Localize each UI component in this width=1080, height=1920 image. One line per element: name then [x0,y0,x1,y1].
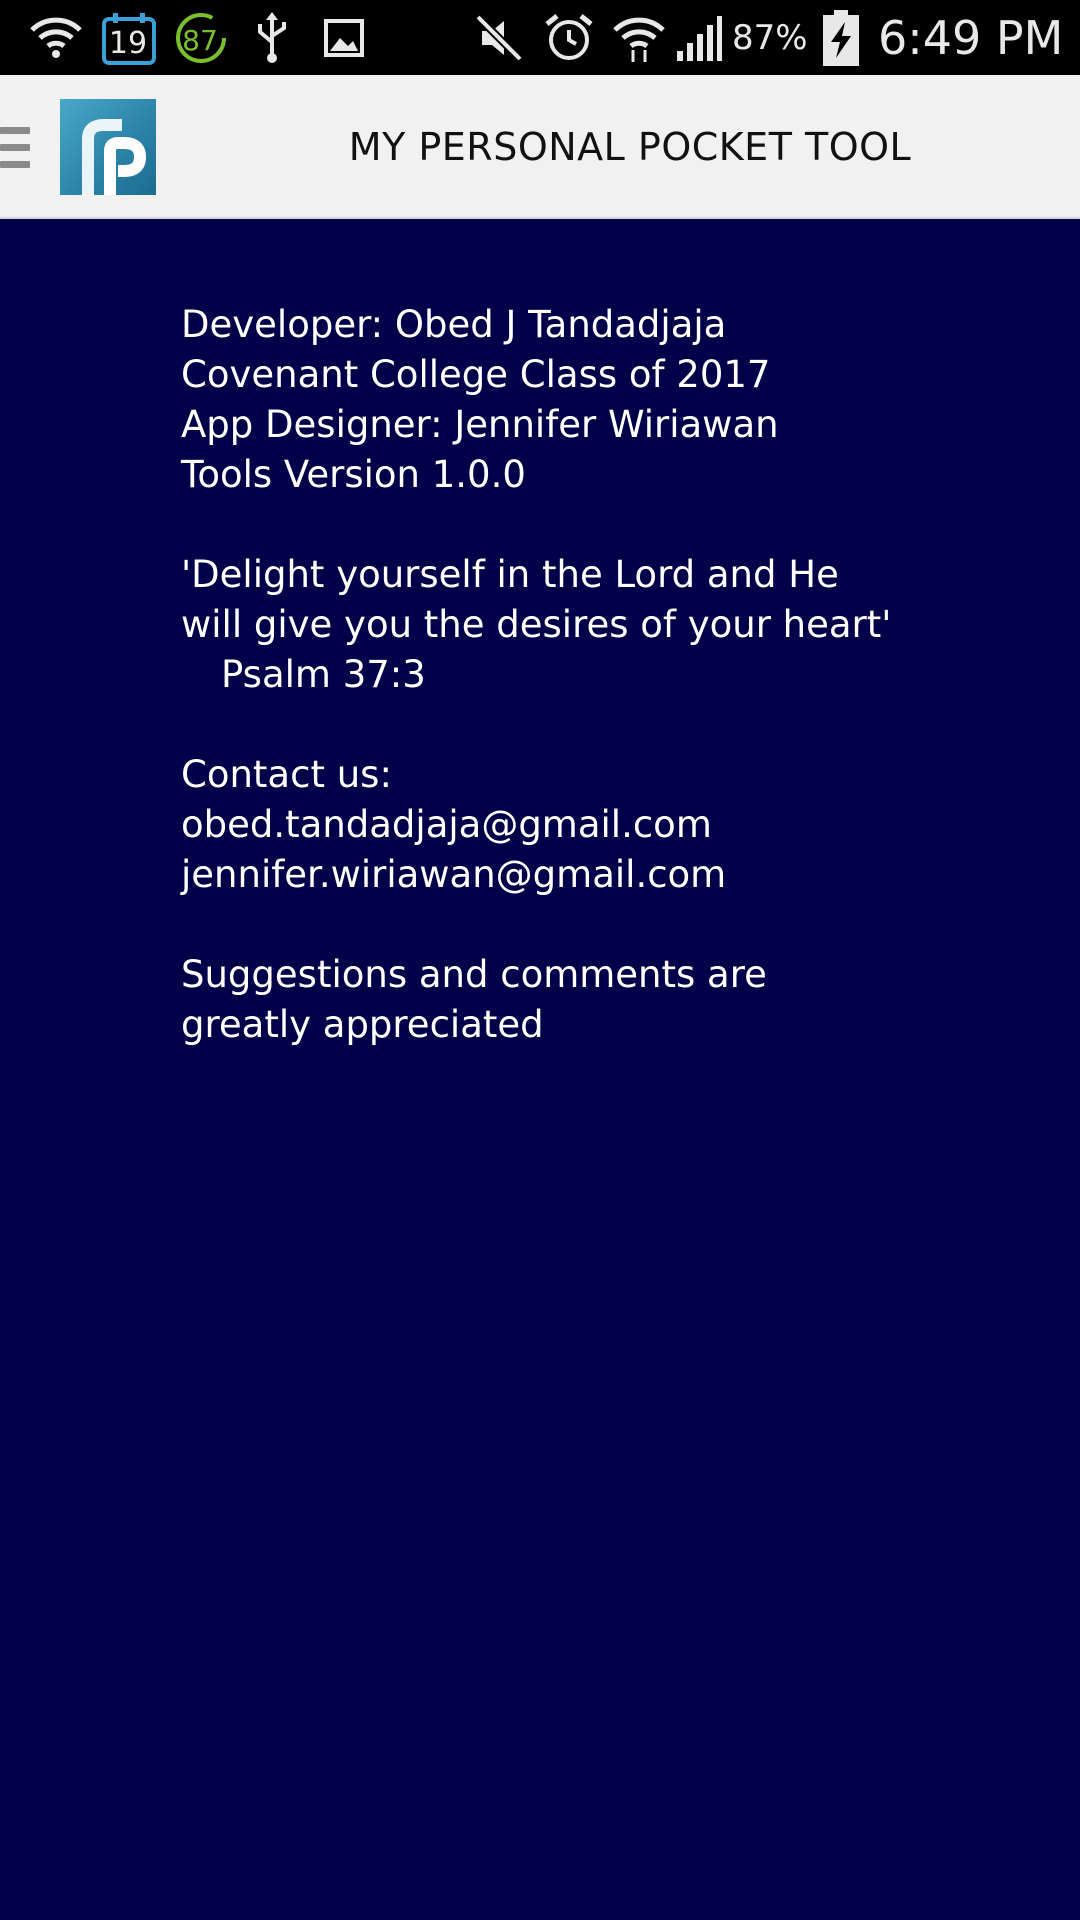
app-logo[interactable] [60,99,156,195]
feedback-line-2: greatly appreciated [181,1003,544,1046]
signal-icon [672,10,724,66]
alarm-icon [542,10,596,66]
usb-icon [252,10,292,66]
status-bar: 19 87 87% 6:49 PM [0,0,1080,75]
wifi-icon [610,10,668,66]
developer-text: Developer: Obed J Tandadjaja [181,303,727,346]
feedback-line-1: Suggestions and comments are [181,953,767,996]
page-title: MY PERSONAL POCKET TOOL [348,125,912,169]
circle-badge-text: 87 [182,24,218,57]
email-link-jennifer[interactable]: jennifer.wiriawan@gmail.com [181,850,1061,900]
quote-line-1: 'Delight yourself in the Lord and He [181,553,839,596]
logo-p-icon [82,119,147,195]
image-icon [322,10,366,66]
quote-line-2: will give you the desires of your heart' [181,603,892,646]
about-content: Developer: Obed J Tandadjaja Covenant Co… [181,300,1061,1050]
action-bar: MY PERSONAL POCKET TOOL [0,75,1080,219]
clock-time: 6:49 PM [878,10,1064,65]
email-link-obed[interactable]: obed.tandadjaja@gmail.com [181,800,1061,850]
designer-text: App Designer: Jennifer Wiriawan [181,403,779,446]
wifi-question-icon [26,10,86,66]
battery-percent-text: 87% [732,17,808,58]
mute-icon [474,10,524,66]
battery-charging-icon [822,10,860,66]
quote-reference: Psalm 37:3 [221,653,426,696]
contact-label: Contact us: [181,753,392,796]
college-text: Covenant College Class of 2017 [181,353,771,396]
calendar-day-text: 19 [108,26,148,61]
version-text: Tools Version 1.0.0 [181,453,526,496]
hamburger-menu-icon[interactable] [0,127,30,169]
